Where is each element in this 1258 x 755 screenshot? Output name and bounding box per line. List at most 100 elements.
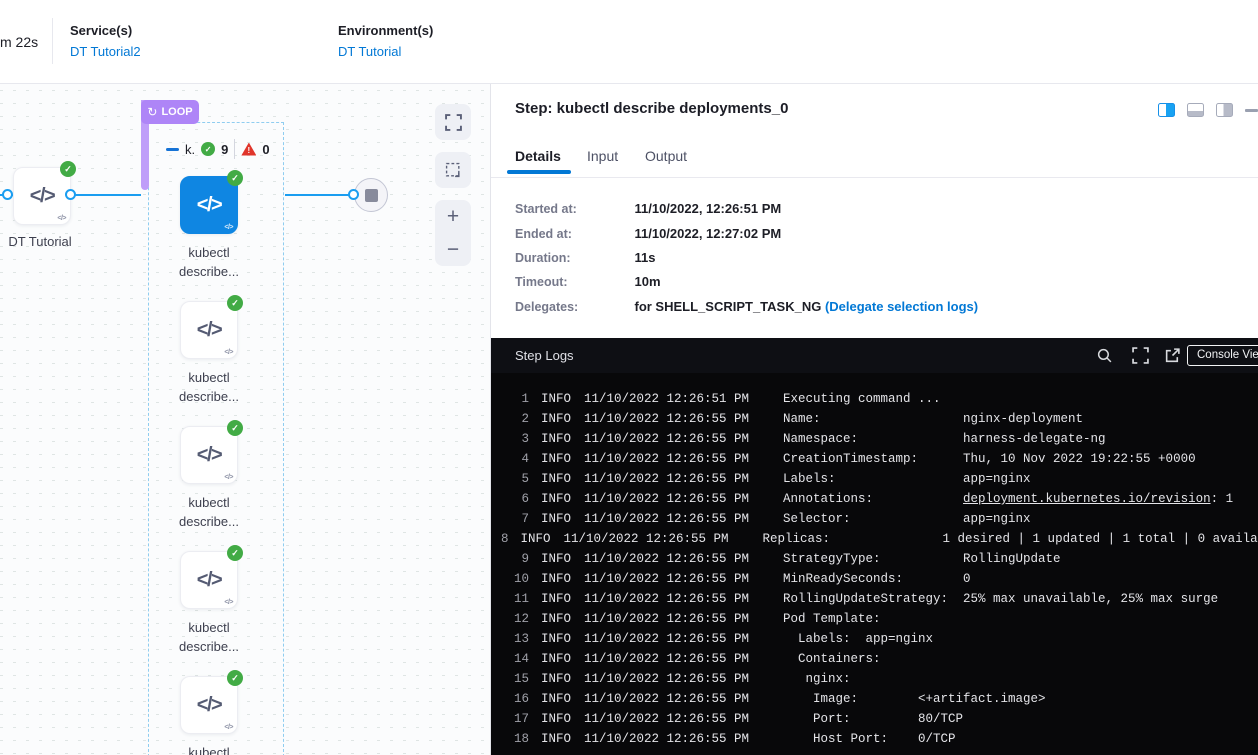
service-field: Service(s) DT Tutorial2 (70, 23, 141, 59)
stop-icon (365, 189, 378, 202)
log-annotation-link[interactable]: deployment.kubernetes.io/revision (963, 492, 1211, 506)
log-level: INFO (541, 429, 571, 449)
node-label-dt-tutorial: DT Tutorial (0, 232, 95, 251)
collapse-icon[interactable] (166, 148, 179, 151)
log-level: INFO (541, 649, 571, 669)
canvas-select-button[interactable] (435, 152, 471, 188)
code-icon: </> (197, 444, 221, 467)
canvas-fullscreen-button[interactable] (435, 104, 471, 140)
loop-step-node[interactable]: </></>✓ (180, 676, 238, 734)
log-timestamp: 11/10/2022 12:26:55 PM (584, 549, 749, 569)
layout-right-icon[interactable] (1216, 103, 1233, 117)
service-link[interactable]: DT Tutorial2 (70, 44, 141, 59)
log-message: Pod Template: (783, 609, 881, 629)
log-timestamp: 11/10/2022 12:26:55 PM (584, 729, 749, 749)
log-message: MinReadySeconds: 0 (783, 569, 971, 589)
expand-logs-icon[interactable] (1132, 347, 1149, 364)
log-line: 12 INFO 11/10/2022 12:26:55 PM Pod Template… (491, 609, 1258, 629)
pipeline-canvas[interactable]: </> </> ✓ DT Tutorial ↻ LOOP k. ✓ 9 ! 0 … (0, 84, 490, 755)
log-line: 4INFO11/10/2022 12:26:55 PMCreationTimes… (491, 449, 1258, 469)
log-line-number: 12 (501, 609, 529, 629)
log-timestamp: 11/10/2022 12:26:55 PM (584, 609, 749, 629)
log-timestamp: 11/10/2022 12:26:55 PM (584, 569, 749, 589)
delegates-value: for SHELL_SCRIPT_TASK_NG (634, 299, 824, 314)
log-line-number: 3 (501, 429, 529, 449)
log-line-number: 16 (501, 689, 529, 709)
step-logs-title: Step Logs (515, 348, 574, 363)
open-in-new-icon[interactable] (1164, 347, 1181, 364)
log-line-number: 9 (501, 549, 529, 569)
loop-step-node[interactable]: </></>✓ (180, 176, 238, 234)
log-message: Name: nginx-deployment (783, 409, 1083, 429)
zoom-out-button[interactable]: − (447, 240, 459, 260)
log-line: 1INFO11/10/2022 12:26:51 PMExecuting com… (491, 389, 1258, 409)
log-message: StrategyType: RollingUpdate (783, 549, 1061, 569)
log-level: INFO (541, 609, 571, 629)
log-message: Image: <+artifact.image> (783, 689, 1046, 709)
log-line: 16INFO11/10/2022 12:26:55 PM Image: <+ar… (491, 689, 1258, 709)
execution-header-bar: m 22s Service(s) DT Tutorial2 Environmen… (0, 0, 1258, 84)
step-node-dt-tutorial[interactable]: </> </> ✓ (13, 167, 71, 225)
success-check-icon: ✓ (227, 295, 243, 311)
code-mini-icon: </> (224, 474, 233, 481)
log-message: Containers: (783, 649, 881, 669)
log-message: Annotations: deployment.kubernetes.io/re… (783, 489, 1233, 509)
code-icon: </> (197, 569, 221, 592)
log-line: 5INFO11/10/2022 12:26:55 PMLabels: app=n… (491, 469, 1258, 489)
success-check-icon: ✓ (227, 670, 243, 686)
tab-output[interactable]: Output (645, 148, 687, 164)
log-timestamp: 11/10/2022 12:26:55 PM (584, 489, 749, 509)
log-message: nginx: (783, 669, 851, 689)
log-timestamp: 11/10/2022 12:26:55 PM (584, 689, 749, 709)
tab-divider (491, 177, 1258, 178)
code-mini-icon: </> (224, 724, 233, 731)
console-view-button[interactable]: Console View (1187, 345, 1258, 366)
delegate-selection-logs-link[interactable]: (Delegate selection logs) (825, 299, 978, 314)
loop-badge: ↻ LOOP (141, 100, 199, 124)
log-level: INFO (541, 569, 571, 589)
log-message: Executing command ... (783, 389, 941, 409)
step-title: Step: kubectl describe deployments_0 (515, 100, 788, 117)
log-body[interactable]: 1INFO11/10/2022 12:26:51 PMExecuting com… (491, 373, 1258, 755)
search-icon[interactable] (1096, 347, 1113, 364)
log-level: INFO (541, 629, 571, 649)
connector-dot (348, 189, 359, 200)
loop-step-node[interactable]: </></>✓ (180, 426, 238, 484)
log-line: 2INFO11/10/2022 12:26:55 PMName: nginx-d… (491, 409, 1258, 429)
layout-bottom-icon[interactable] (1187, 103, 1204, 117)
environment-field: Environment(s) DT Tutorial (338, 23, 433, 59)
pipeline-end-node[interactable] (354, 178, 388, 212)
environment-label: Environment(s) (338, 23, 433, 38)
log-line: 6INFO11/10/2022 12:26:55 PMAnnotations: … (491, 489, 1258, 509)
service-label: Service(s) (70, 23, 141, 38)
log-level: INFO (541, 469, 571, 489)
log-line-number: 2 (501, 409, 529, 429)
log-level: INFO (541, 549, 571, 569)
log-timestamp: 11/10/2022 12:26:55 PM (584, 429, 749, 449)
log-line-number: 6 (501, 489, 529, 509)
error-count: 0 (262, 142, 269, 157)
log-line: 15INFO11/10/2022 12:26:55 PM nginx: (491, 669, 1258, 689)
log-message: RollingUpdateStrategy: 25% max unavailab… (783, 589, 1218, 609)
zoom-in-button[interactable]: + (447, 207, 459, 227)
loop-step-node[interactable]: </></>✓ (180, 551, 238, 609)
flow-line-mid (71, 194, 141, 196)
success-check-icon: ✓ (227, 420, 243, 436)
step-logs-section: Step Logs Console View 1INFO11/10/2022 1… (491, 338, 1258, 755)
tab-input[interactable]: Input (587, 148, 618, 164)
duration-value: 11s (634, 250, 655, 265)
log-message: Selector: app=nginx (783, 509, 1031, 529)
duration-label: Duration: (515, 251, 631, 265)
execution-duration: m 22s (0, 34, 38, 50)
success-check-icon: ✓ (227, 545, 243, 561)
log-line-number: 7 (501, 509, 529, 529)
log-line: 9 INFO 11/10/2022 12:26:55 PM StrategyType:… (491, 549, 1258, 569)
environment-link[interactable]: DT Tutorial (338, 44, 433, 59)
tab-details[interactable]: Details (515, 148, 561, 164)
log-line: 11INFO11/10/2022 12:26:55 PMRollingUpdat… (491, 589, 1258, 609)
loop-step-node[interactable]: </></>✓ (180, 301, 238, 359)
code-icon: </> (197, 319, 221, 342)
minimize-icon[interactable] (1245, 109, 1258, 112)
layout-split-right-icon[interactable] (1158, 103, 1175, 117)
log-level: INFO (541, 449, 571, 469)
